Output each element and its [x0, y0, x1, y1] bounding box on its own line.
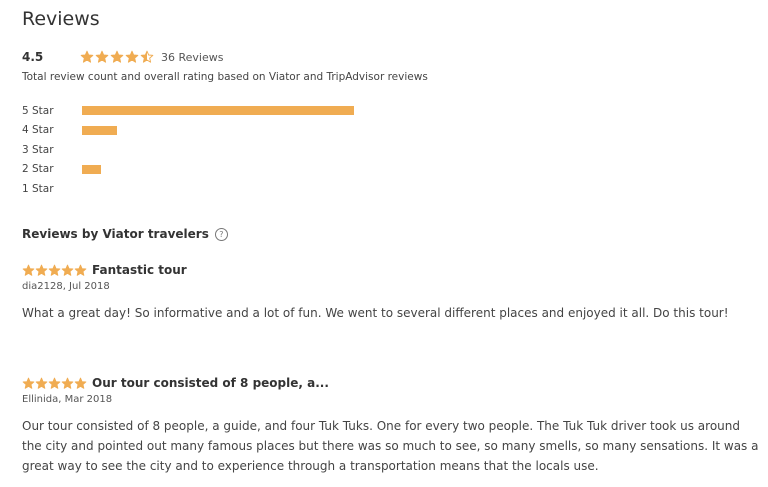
star-full-icon	[74, 264, 87, 277]
star-breakdown-label: 5 Star	[22, 104, 54, 117]
star-breakdown: 5 Star 4 Star 3 Star 2 Star 1 Star	[22, 101, 354, 199]
review-meta: Ellinida, Mar 2018	[22, 394, 113, 405]
review-body: Our tour consisted of 8 people, a guide,…	[22, 419, 759, 473]
star-full-icon	[48, 377, 61, 390]
star-full-icon	[35, 377, 48, 390]
bar-fill	[82, 164, 102, 174]
star-full-icon	[74, 377, 87, 390]
rating-note: Total review count and overall rating ba…	[22, 71, 428, 83]
viator-reviews-heading: Reviews by Viator travelers ?	[22, 227, 228, 241]
star-breakdown-bar	[82, 164, 354, 174]
star-breakdown-bar	[82, 106, 354, 116]
star-full-icon	[125, 50, 139, 64]
page-title: Reviews	[22, 8, 100, 30]
star-full-icon	[22, 377, 35, 390]
star-breakdown-bar	[82, 145, 354, 154]
rating-value: 4.5	[22, 50, 44, 64]
review-stars	[22, 377, 87, 390]
star-breakdown-row[interactable]: 3 Star	[22, 140, 354, 160]
review-title[interactable]: Our tour consisted of 8 people, a...	[92, 376, 329, 390]
star-full-icon	[110, 50, 124, 64]
review-item: Our tour consisted of 8 people, a... Ell…	[22, 375, 762, 476]
star-breakdown-row[interactable]: 4 Star	[22, 121, 354, 141]
star-breakdown-bar	[82, 125, 354, 135]
star-breakdown-row[interactable]: 2 Star	[22, 160, 354, 180]
star-full-icon	[80, 50, 94, 64]
review-meta: dia2128, Jul 2018	[22, 281, 110, 292]
star-breakdown-label: 2 Star	[22, 163, 54, 176]
star-breakdown-bar	[82, 184, 354, 193]
star-full-icon	[35, 264, 48, 277]
review-title[interactable]: Fantastic tour	[92, 263, 187, 277]
star-breakdown-label: 4 Star	[22, 124, 54, 137]
viator-reviews-heading-text: Reviews by Viator travelers	[22, 227, 209, 241]
star-breakdown-label: 1 Star	[22, 182, 54, 195]
star-full-icon	[61, 264, 74, 277]
star-half-icon	[140, 50, 154, 64]
review-body: What a great day! So informative and a l…	[22, 306, 729, 320]
review-stars	[22, 264, 87, 277]
star-full-icon	[95, 50, 109, 64]
bar-fill	[82, 106, 354, 116]
review-count[interactable]: 36 Reviews	[161, 51, 223, 64]
star-breakdown-row[interactable]: 5 Star	[22, 101, 354, 121]
star-breakdown-label: 3 Star	[22, 143, 54, 156]
rating-summary: 4.5 36 Reviews	[22, 49, 223, 65]
star-full-icon	[61, 377, 74, 390]
rating-stars	[80, 50, 154, 64]
star-full-icon	[48, 264, 61, 277]
star-full-icon	[22, 264, 35, 277]
bar-fill	[82, 125, 118, 135]
question-circle-icon[interactable]: ?	[214, 227, 228, 241]
review-item: Fantastic tour dia2128, Jul 2018 What a …	[22, 262, 762, 323]
star-breakdown-row[interactable]: 1 Star	[22, 179, 354, 199]
